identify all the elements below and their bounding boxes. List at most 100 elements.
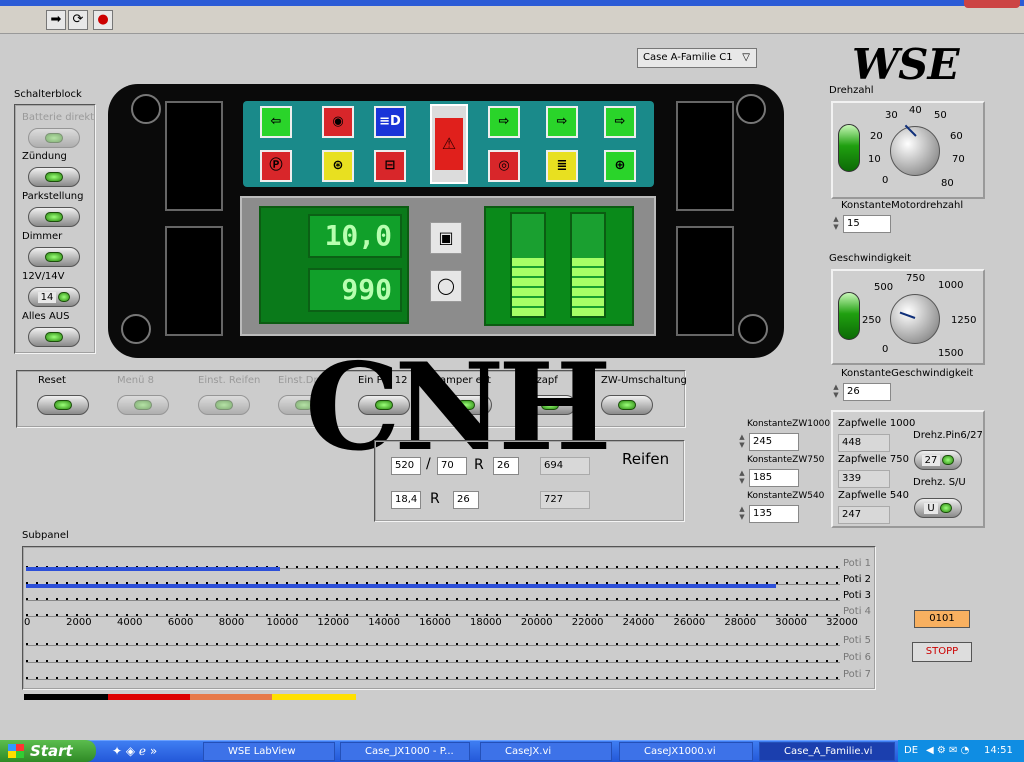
poti-label: Poti 4 [843, 606, 872, 617]
poti-scale-tick: 10000 [266, 617, 299, 628]
start-label: Start [30, 742, 73, 760]
zw1000-input[interactable]: 245 [749, 433, 799, 451]
parkstellung-toggle[interactable] [28, 207, 80, 227]
drehz-su-toggle[interactable]: U [914, 498, 962, 518]
zw540-label: KonstanteZW540 [747, 491, 825, 501]
dimmer-toggle[interactable] [28, 247, 80, 267]
poti-scale-tick: 22000 [571, 617, 604, 628]
window-controls[interactable] [964, 0, 1020, 8]
poti-scale-tick: 28000 [724, 617, 757, 628]
drehzahl-tick: 10 [868, 154, 881, 165]
menue8-button[interactable] [117, 395, 169, 415]
clock: 14:51 [984, 745, 1013, 756]
drehzahl-tick: 70 [952, 154, 965, 165]
geschwindigkeit-knob[interactable] [890, 294, 940, 344]
fuel-icon: ◯ [430, 270, 462, 302]
task-wse-labview[interactable]: WSE LabView [203, 742, 335, 761]
voltage-label: 12V/14V [22, 271, 65, 282]
side-slot [165, 101, 223, 211]
geschwindigkeit-led [838, 292, 860, 340]
zapfwelle1000-label: Zapfwelle 1000 [838, 418, 916, 429]
motordrehzahl-input[interactable]: 15 [843, 215, 891, 233]
drehzahl-led [838, 124, 860, 172]
poti-track[interactable] [26, 660, 840, 663]
drehzahl-tick: 60 [950, 131, 963, 142]
mount-hole [131, 94, 161, 124]
drehzahl-tick: 50 [934, 110, 947, 121]
einst-reifen-label: Einst. Reifen [198, 375, 261, 386]
motordrehzahl-spinner[interactable]: ▲ ▼ [832, 215, 840, 233]
rim-input-1[interactable]: 26 [493, 457, 519, 475]
drehz-pin-label: Drehz.Pin6/27 [913, 430, 983, 441]
alles-aus-label: Alles AUS [22, 311, 70, 322]
side-slot [676, 101, 734, 211]
zw-umschaltung-button[interactable] [601, 395, 653, 415]
zapfwelle540-label: Zapfwelle 540 [838, 490, 909, 501]
geschwindigkeit-tick: 0 [882, 344, 889, 355]
zw750-label: KonstanteZW750 [747, 455, 825, 465]
family-dropdown[interactable]: Case A-Familie C1 ▽ [637, 48, 757, 68]
zw750-spinner[interactable]: ▲ ▼ [738, 469, 746, 487]
task-case-a-familie[interactable]: Case_A_Familie.vi [759, 742, 895, 761]
voltage-toggle-value: 14 [37, 291, 57, 303]
stop-button[interactable]: STOPP [912, 642, 972, 662]
task-case-jx1000-p[interactable]: Case_JX1000 - P... [340, 742, 470, 761]
task-casejx1000[interactable]: CaseJX1000.vi [619, 742, 753, 761]
windows-logo-icon [8, 744, 24, 758]
rim-input-2[interactable]: 26 [453, 491, 479, 509]
trailer-1-icon: ⇨ [488, 106, 520, 138]
geschwindigkeit-tick: 1000 [938, 280, 964, 291]
einst-reifen-button[interactable] [198, 395, 250, 415]
oil-pressure-icon: ◉ [322, 106, 354, 138]
poti-track[interactable] [26, 598, 840, 601]
zw540-input[interactable]: 135 [749, 505, 799, 523]
zw540-spinner[interactable]: ▲ ▼ [738, 505, 746, 523]
hazard-button[interactable]: ⚠ [430, 104, 468, 184]
poti-label: Poti 6 [843, 652, 872, 663]
konst-geschwindigkeit-label: KonstanteGeschwindigkeit [841, 368, 974, 379]
slash-separator: / [426, 456, 431, 472]
abort-icon[interactable]: ● [93, 10, 113, 30]
geschwindigkeit-tick: 500 [874, 282, 894, 293]
mount-hole [738, 314, 768, 344]
quicklaunch-icons[interactable]: ✦ ◈ ℯ » [112, 744, 157, 758]
run-arrow-icon[interactable]: ➡ [46, 10, 66, 30]
tire-ratio-input[interactable]: 70 [437, 457, 467, 475]
geschwindigkeit-tick: 250 [862, 315, 882, 326]
batterie-toggle[interactable] [28, 128, 80, 148]
zw-umschaltung-label: ZW-Umschaltung [601, 375, 687, 386]
tire-result-2: 727 [540, 491, 590, 509]
alles-aus-toggle[interactable] [28, 327, 80, 347]
status-code: 0101 [914, 610, 970, 628]
task-casejx[interactable]: CaseJX.vi [480, 742, 612, 761]
reset-button[interactable] [37, 395, 89, 415]
geschwindigkeit-input[interactable]: 26 [843, 383, 891, 401]
poti-label: Poti 7 [843, 669, 872, 680]
warning-triangle-icon: ⚠ [435, 118, 463, 170]
side-slot [676, 226, 734, 336]
poti-track[interactable] [26, 677, 840, 680]
poti-1-level [26, 567, 281, 571]
poti-track[interactable] [26, 643, 840, 646]
voltage-toggle[interactable]: 14 [28, 287, 80, 307]
language-indicator[interactable]: DE [904, 740, 918, 762]
zw750-input[interactable]: 185 [749, 469, 799, 487]
geschwindigkeit-spinner[interactable]: ▲ ▼ [832, 383, 840, 401]
drehz-pin-toggle[interactable]: 27 [914, 450, 962, 470]
drehzahl-knob[interactable] [890, 124, 940, 176]
poti-scale-tick: 24000 [622, 617, 655, 628]
drehzahl-tick: 20 [870, 131, 883, 142]
zuendung-toggle[interactable] [28, 167, 80, 187]
konst-motordrehzahl-label: KonstanteMotordrehzahl [841, 200, 964, 211]
zapfwelle1000-value: 448 [838, 434, 890, 452]
tire-width-input[interactable]: 520 [391, 457, 421, 475]
zuendung-label: Zündung [22, 151, 67, 162]
run-continuously-icon[interactable]: ⟳ [68, 10, 88, 30]
poti-label: Poti 5 [843, 635, 872, 646]
poti-label: Poti 2 [843, 574, 872, 585]
drehz-pin-value: 27 [921, 454, 941, 466]
zw1000-spinner[interactable]: ▲ ▼ [738, 433, 746, 451]
tire-result-1: 694 [540, 457, 590, 475]
tire-width-input-2[interactable]: 18,4 [391, 491, 421, 509]
tray-icons[interactable]: ◀ ⚙ ✉ ◔ [926, 740, 969, 762]
